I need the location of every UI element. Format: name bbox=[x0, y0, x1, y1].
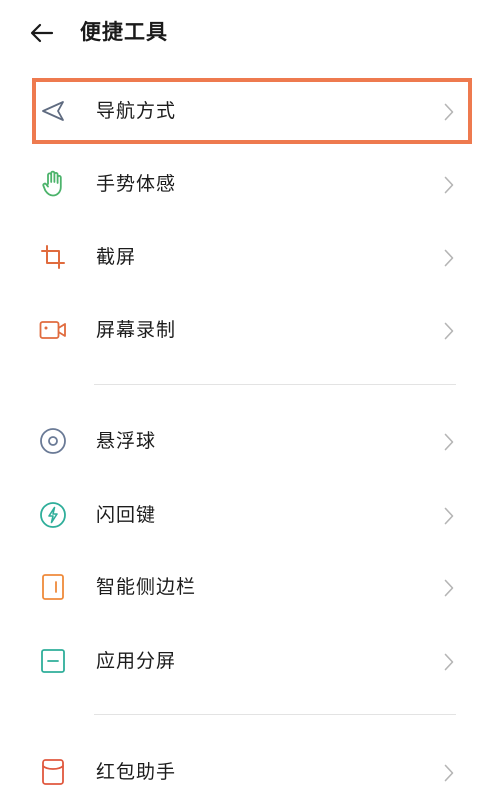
menu-item-label: 智能侧边栏 bbox=[96, 576, 197, 598]
group-divider bbox=[94, 384, 456, 385]
back-button[interactable] bbox=[28, 20, 56, 46]
chevron-right-icon bbox=[441, 651, 457, 673]
page-title: 便捷工具 bbox=[80, 20, 168, 44]
menu-item-floating-ball[interactable]: 悬浮球 bbox=[0, 405, 491, 477]
menu-item-navigation-mode[interactable]: 导航方式 bbox=[0, 75, 491, 147]
menu-item-label: 悬浮球 bbox=[96, 430, 157, 452]
floating-ball-icon bbox=[38, 427, 68, 455]
navigation-arrow-icon bbox=[38, 97, 68, 125]
chevron-right-icon bbox=[441, 431, 457, 453]
menu-item-label: 应用分屏 bbox=[96, 650, 177, 672]
group-divider bbox=[94, 714, 456, 715]
crop-screenshot-icon bbox=[38, 243, 68, 271]
header-bar: 便捷工具 bbox=[0, 0, 491, 66]
chevron-right-icon bbox=[441, 762, 457, 784]
arrow-left-icon bbox=[30, 23, 54, 43]
video-camera-icon bbox=[38, 316, 68, 344]
chevron-right-icon bbox=[441, 247, 457, 269]
menu-item-flash-key[interactable]: 闪回键 bbox=[0, 479, 491, 551]
sidebar-icon bbox=[38, 573, 68, 601]
menu-item-screen-recording[interactable]: 屏幕录制 bbox=[0, 294, 491, 366]
menu-item-gesture-motion[interactable]: 手势体感 bbox=[0, 148, 491, 220]
chevron-right-icon bbox=[441, 174, 457, 196]
menu-item-screenshot[interactable]: 截屏 bbox=[0, 221, 491, 293]
menu-item-label: 手势体感 bbox=[96, 173, 177, 195]
menu-item-label: 截屏 bbox=[96, 246, 137, 268]
menu-item-smart-sidebar[interactable]: 智能侧边栏 bbox=[0, 551, 491, 623]
menu-item-red-envelope-assistant[interactable]: 红包助手 bbox=[0, 736, 491, 808]
chevron-right-icon bbox=[441, 101, 457, 123]
chevron-right-icon bbox=[441, 577, 457, 599]
lightning-icon bbox=[38, 501, 68, 529]
menu-item-label: 闪回键 bbox=[96, 504, 157, 526]
chevron-right-icon bbox=[441, 505, 457, 527]
chevron-right-icon bbox=[441, 320, 457, 342]
split-screen-icon bbox=[38, 647, 68, 675]
menu-item-label: 屏幕录制 bbox=[96, 319, 177, 341]
red-envelope-icon bbox=[38, 758, 68, 786]
menu-item-label: 导航方式 bbox=[96, 100, 177, 122]
hand-gesture-icon bbox=[38, 170, 68, 198]
menu-item-split-screen[interactable]: 应用分屏 bbox=[0, 625, 491, 697]
menu-item-label: 红包助手 bbox=[96, 761, 177, 783]
